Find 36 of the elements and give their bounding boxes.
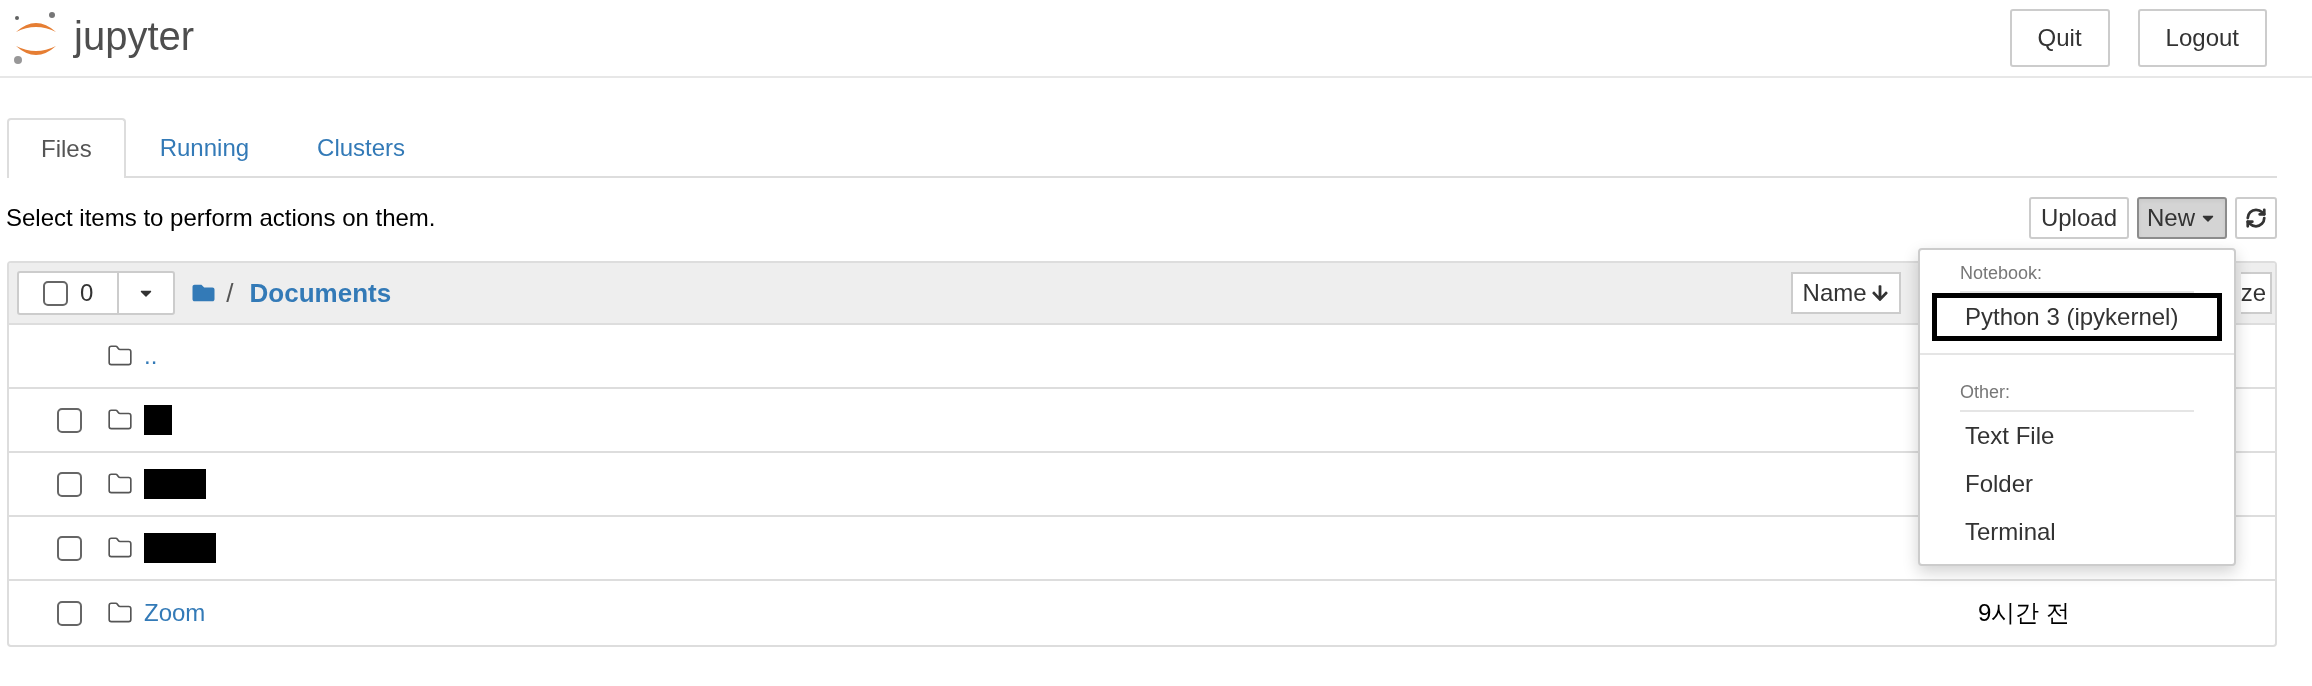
refresh-button[interactable] — [2235, 197, 2277, 239]
tab[interactable]: Files — [7, 118, 126, 178]
menu-item[interactable]: Text File — [1932, 412, 2222, 460]
tab[interactable]: Clusters — [283, 118, 440, 178]
checkbox[interactable] — [57, 600, 82, 626]
breadcrumb-link[interactable]: Documents — [249, 273, 392, 313]
hint-text: Select items to perform actions on them. — [6, 203, 436, 233]
refresh-icon — [2245, 207, 2267, 229]
menu-item[interactable]: Terminal — [1932, 508, 2222, 556]
upload-button[interactable]: Upload — [2028, 197, 2129, 239]
selected-count: 0 — [80, 278, 94, 308]
redaction-bar — [144, 405, 172, 435]
tab[interactable]: Running — [125, 118, 284, 178]
folder-link[interactable]: .. — [144, 338, 158, 374]
header-button[interactable]: Quit — [2009, 9, 2110, 67]
app-logo-text: jupyter — [74, 16, 195, 56]
folder-link[interactable]: Zoom — [144, 595, 206, 631]
arrow-down-icon — [1870, 284, 1889, 302]
checkbox[interactable] — [57, 535, 82, 561]
menu-header: Notebook: — [1960, 263, 2043, 283]
checkbox[interactable] — [57, 407, 82, 433]
path-separator: / — [226, 276, 234, 310]
redaction-bar — [144, 469, 206, 499]
checkbox[interactable] — [43, 280, 68, 306]
sort-button[interactable]: Name — [1790, 272, 1901, 314]
redaction-bar — [144, 533, 216, 563]
menu-header: Other: — [1960, 382, 2011, 402]
folder-icon — [191, 282, 217, 304]
menu-item[interactable]: Folder — [1932, 460, 2222, 508]
new-button[interactable]: New — [2137, 197, 2227, 239]
sort-button[interactable]: ze — [2240, 272, 2272, 314]
modified-time: 9시간 전 — [1978, 598, 2070, 628]
checkbox[interactable] — [57, 471, 82, 497]
header-button[interactable]: Logout — [2137, 9, 2267, 67]
menu-item[interactable]: Python 3 (ipykernel) — [1932, 293, 2222, 341]
select-all-control[interactable]: 0 — [17, 271, 176, 315]
